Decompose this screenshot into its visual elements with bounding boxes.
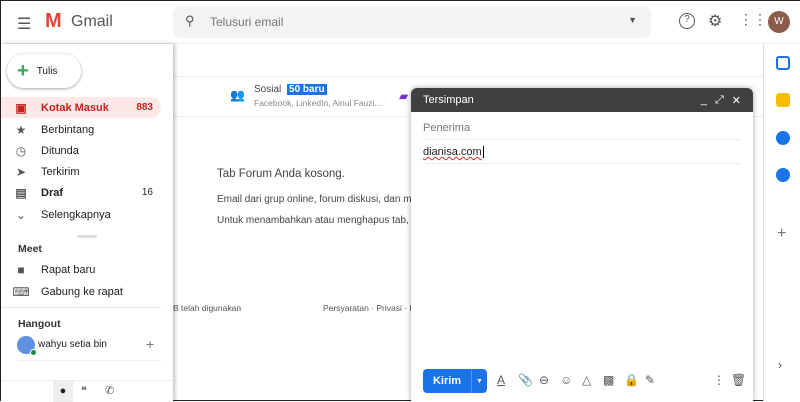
sidebar-item-more[interactable]: ⌄ Selengkapnya xyxy=(1,204,161,225)
signature-icon[interactable]: ✎ xyxy=(645,373,655,387)
schedule-send-dropdown-icon[interactable]: ▼ xyxy=(471,369,487,393)
gmail-logo-icon: M xyxy=(45,10,62,32)
sidebar: + Tulis ▣ Kotak Masuk 883 ★ Berbintang ◷ Dit… xyxy=(1,44,173,402)
keep-icon[interactable] xyxy=(776,93,790,107)
count: 883 xyxy=(136,102,153,113)
sidebar-item-snoozed[interactable]: ◷ Ditunda xyxy=(1,140,161,161)
hangouts-tab-icon[interactable]: ❝ xyxy=(81,384,87,397)
search-icon: ⚲ xyxy=(185,13,195,28)
formatting-icon[interactable]: A xyxy=(497,373,505,387)
divider xyxy=(173,76,763,77)
label: Ditunda xyxy=(41,144,79,157)
online-status-icon xyxy=(30,349,37,356)
divider xyxy=(1,307,161,308)
subject-value: dianisa.com xyxy=(423,146,482,158)
compose-button[interactable]: + Tulis xyxy=(7,54,81,88)
meet-join-meeting[interactable]: ⌨ Gabung ke rapat xyxy=(1,281,161,302)
discard-draft-icon[interactable]: 🗑 xyxy=(731,373,746,387)
empty-description: Email dari grup online, forum diskusi, d… xyxy=(217,194,424,205)
side-panel: + › xyxy=(763,44,800,402)
help-icon[interactable]: ? xyxy=(679,13,695,29)
sidebar-item-starred[interactable]: ★ Berbintang xyxy=(1,119,161,140)
header: ☰ M Gmail ⚲ Telusuri email ▼ ? ⚙ ⋮⋮ W xyxy=(1,1,800,44)
tab-snippet: Facebook, LinkedIn, Ainul Fauzi... xyxy=(254,98,382,108)
people-icon: 👥 xyxy=(230,88,245,102)
label: Draf xyxy=(41,186,64,199)
plus-icon: + xyxy=(17,59,29,82)
count: 16 xyxy=(141,187,153,198)
photo-icon[interactable]: ▩ xyxy=(603,373,614,387)
send-label: Kirim xyxy=(432,375,462,387)
divider xyxy=(1,380,173,381)
sidebar-item-sent[interactable]: ➤ Terkirim xyxy=(1,161,161,182)
fullscreen-icon[interactable]: ⤢ xyxy=(715,94,724,106)
recipient-field[interactable]: Penerima xyxy=(423,116,741,140)
footer-links[interactable]: Persyaratan · Privasi · K xyxy=(323,303,415,313)
contacts-tab-icon[interactable]: ● xyxy=(53,381,73,402)
more-options-icon[interactable]: ⋮ xyxy=(713,373,725,387)
label: Berbintang xyxy=(41,123,95,136)
chevron-down-icon: ⌄ xyxy=(15,207,27,222)
avatar[interactable]: W xyxy=(768,11,790,33)
settings-gear-icon[interactable]: ⚙ xyxy=(708,11,722,31)
video-icon: ■ xyxy=(17,262,25,277)
tab-label: Sosial xyxy=(254,84,282,95)
label: Selengkapnya xyxy=(41,208,111,221)
add-hangout-icon[interactable]: + xyxy=(146,336,154,352)
close-icon[interactable]: ✕ xyxy=(732,94,741,107)
label: Gabung ke rapat xyxy=(41,285,123,298)
contacts-icon[interactable] xyxy=(776,168,790,182)
forum-tab-icon[interactable]: ▰ xyxy=(399,89,408,103)
attach-icon[interactable]: 📎 xyxy=(518,373,533,387)
sidebar-item-inbox[interactable]: ▣ Kotak Masuk 883 xyxy=(1,97,161,118)
empty-hint: Untuk menambahkan atau menghapus tab, kl… xyxy=(217,215,427,226)
divider xyxy=(18,360,161,361)
apps-grid-icon[interactable]: ⋮⋮ xyxy=(739,11,767,28)
calendar-icon[interactable] xyxy=(776,56,790,70)
search-input[interactable]: ⚲ Telusuri email ▼ xyxy=(173,6,651,38)
keyboard-icon: ⌨ xyxy=(12,284,30,299)
search-placeholder: Telusuri email xyxy=(210,15,284,29)
send-button[interactable]: Kirim ▼ xyxy=(423,369,487,393)
new-badge: 50 baru xyxy=(287,84,327,95)
meet-heading: Meet xyxy=(18,243,42,255)
star-icon: ★ xyxy=(15,122,27,137)
drive-icon[interactable]: △ xyxy=(582,373,591,387)
inbox-icon: ▣ xyxy=(15,100,27,115)
confidential-mode-icon[interactable]: 🔒 xyxy=(624,373,639,387)
subject-field[interactable]: dianisa.com xyxy=(423,140,741,164)
meet-new-meeting[interactable]: ■ Rapat baru xyxy=(1,259,161,280)
expand-panel-icon[interactable]: › xyxy=(778,358,782,372)
hangout-heading: Hangout xyxy=(18,318,61,330)
draft-icon: ▤ xyxy=(15,185,27,200)
compose-window: Tersimpan _ ⤢ ✕ Penerima dianisa.com Kirim… xyxy=(411,88,753,402)
empty-title: Tab Forum Anda kosong. xyxy=(217,168,345,180)
storage-usage: B telah digunakan xyxy=(173,303,242,313)
compose-label: Tulis xyxy=(36,65,58,77)
hangout-user[interactable]: wahyu setia bin xyxy=(38,339,107,350)
emoji-icon[interactable]: ☺ xyxy=(560,373,572,387)
sidebar-item-drafts[interactable]: ▤ Draf 16 xyxy=(1,182,161,203)
link-icon[interactable]: ⊖ xyxy=(539,373,549,387)
phone-tab-icon[interactable]: ✆ xyxy=(105,384,114,397)
compose-header[interactable]: Tersimpan _ ⤢ ✕ xyxy=(411,88,753,112)
label: Kotak Masuk xyxy=(41,101,109,114)
label: Rapat baru xyxy=(41,263,96,276)
app-name: Gmail xyxy=(71,13,113,30)
search-options-icon[interactable]: ▼ xyxy=(628,15,637,25)
add-addon-icon[interactable]: + xyxy=(777,225,786,243)
resize-handle[interactable] xyxy=(77,235,97,238)
menu-icon[interactable]: ☰ xyxy=(17,14,31,34)
tab-social[interactable]: Sosial 50 baru Facebook, LinkedIn, Ainul… xyxy=(254,84,382,108)
minimize-icon[interactable]: _ xyxy=(701,94,707,106)
compose-title: Tersimpan xyxy=(423,94,474,106)
clock-icon: ◷ xyxy=(15,143,27,158)
label: Terkirim xyxy=(41,165,80,178)
tasks-icon[interactable] xyxy=(776,131,790,145)
user-avatar xyxy=(17,336,37,356)
send-icon: ➤ xyxy=(15,164,27,179)
